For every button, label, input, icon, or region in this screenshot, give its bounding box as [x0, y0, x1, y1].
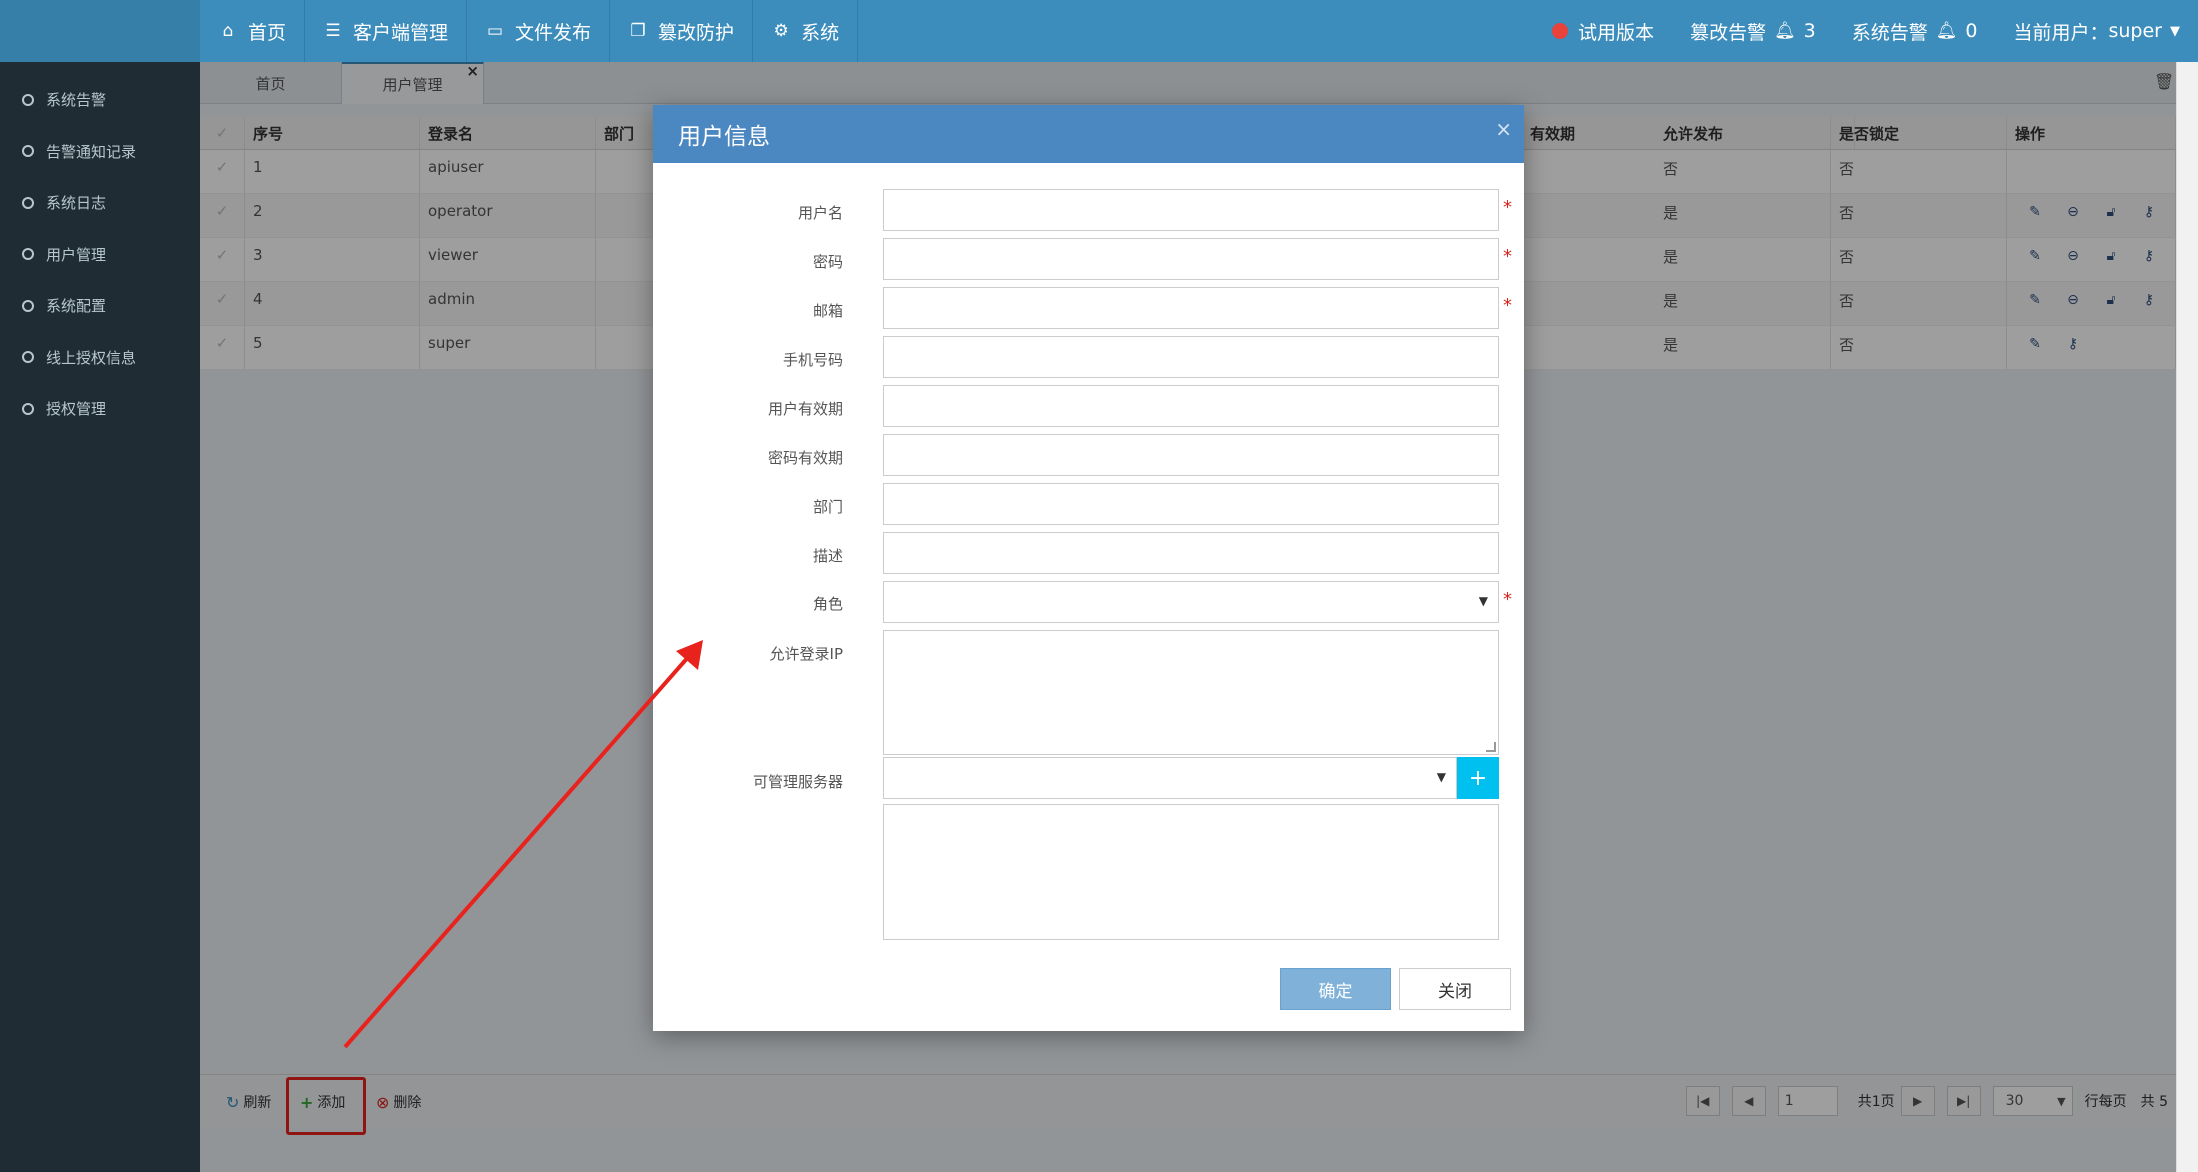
top-navbar: ⌂ 首页 ☰ 客户端管理 ▭ 文件发布 ❐ 篡改防护 ⚙ 系统 试用版本 篡改告…: [0, 0, 2198, 62]
nav-right: 试用版本 篡改告警 🔔︎ 3 系统告警 🔔︎ 0 当前用户： super ▼: [1534, 0, 2198, 62]
nav-tamper-protection[interactable]: ❐ 篡改防护: [610, 0, 754, 62]
username-label: 用户名: [797, 204, 843, 222]
password-field[interactable]: [883, 238, 1499, 280]
modal-title: 用户信息: [678, 124, 770, 150]
bell-icon: 🔔︎: [1935, 21, 1958, 41]
caret-down-icon: ▼: [2170, 23, 2180, 39]
resize-handle[interactable]: [1486, 742, 1496, 752]
required-mark: *: [1503, 589, 1512, 610]
sidebar-item-system-log[interactable]: 系统日志: [0, 177, 200, 229]
trial-status-dot: [1552, 23, 1569, 39]
nav-home[interactable]: ⌂ 首页: [200, 0, 306, 62]
nav-home-label: 首页: [248, 21, 287, 44]
circle-icon: [22, 299, 34, 312]
allowed-ip-textarea[interactable]: [883, 630, 1499, 755]
close-button[interactable]: 关闭: [1399, 968, 1511, 1010]
trial-version[interactable]: 试用版本: [1534, 0, 1672, 62]
nav-system[interactable]: ⚙ 系统: [753, 0, 859, 62]
system-alert-label: 系统告警: [1851, 21, 1928, 44]
pwd-expire-field[interactable]: [883, 434, 1499, 476]
chevron-down-icon: ▼: [1478, 594, 1488, 608]
nav-file-publish[interactable]: ▭ 文件发布: [467, 0, 611, 62]
bell-icon: 🔔︎: [1774, 21, 1796, 41]
trial-label: 试用版本: [1578, 21, 1655, 44]
allowed-ip-label: 允许登录IP: [769, 645, 843, 663]
nav-system-label: 系统: [801, 21, 840, 44]
user-info-modal: 用户信息 × 用户名 * 密码 * 邮箱 * 手机号码 用户有效期 密码有效期 …: [653, 105, 1524, 1031]
close-icon[interactable]: ×: [1495, 117, 1512, 141]
dept-label: 部门: [812, 498, 843, 516]
role-label: 角色: [812, 595, 843, 613]
circle-icon: [22, 351, 34, 364]
sidebar-item-label: 授权管理: [46, 400, 107, 419]
gears-icon: ⚙: [773, 21, 789, 41]
home-icon: ⌂: [222, 21, 234, 41]
circle-icon: [22, 93, 34, 106]
password-label: 密码: [812, 253, 843, 271]
sidebar-item-label: 系统配置: [46, 297, 107, 316]
tamper-alert-label: 篡改告警: [1690, 21, 1767, 44]
laptop-icon: ▭: [487, 21, 504, 41]
chevron-down-icon: ▼: [1436, 770, 1446, 784]
sidebar-item-label: 用户管理: [46, 245, 107, 264]
servers-select[interactable]: ▼: [883, 757, 1457, 799]
scrollbar[interactable]: [2176, 62, 2198, 1172]
user-expire-field[interactable]: [883, 385, 1499, 427]
email-field[interactable]: [883, 287, 1499, 329]
desc-label: 描述: [812, 547, 843, 565]
nav-file-label: 文件发布: [515, 21, 592, 44]
email-label: 邮箱: [812, 302, 843, 320]
circle-icon: [22, 402, 34, 415]
dept-field[interactable]: [883, 483, 1499, 525]
sidebar-item-label: 系统告警: [46, 91, 107, 110]
sidebar-item-label: 告警通知记录: [46, 142, 137, 161]
username-field[interactable]: [883, 189, 1499, 231]
user-expire-label: 用户有效期: [767, 400, 843, 418]
phone-label: 手机号码: [782, 351, 843, 369]
servers-list[interactable]: [883, 804, 1499, 940]
nav-client-management[interactable]: ☰ 客户端管理: [305, 0, 468, 62]
circle-icon: [22, 248, 34, 261]
sidebar-item-label: 系统日志: [46, 194, 107, 213]
phone-field[interactable]: [883, 336, 1499, 378]
confirm-button[interactable]: 确定: [1280, 968, 1391, 1010]
nav-client-label: 客户端管理: [353, 21, 449, 44]
sidebar-item-online-license[interactable]: 线上授权信息: [0, 332, 200, 384]
modal-header: 用户信息 ×: [653, 105, 1524, 163]
required-mark: *: [1503, 246, 1512, 267]
sidebar-item-user-management[interactable]: 用户管理: [0, 229, 200, 281]
sidebar: 系统告警 告警通知记录 系统日志 用户管理 系统配置 线上授权信息 授权管理: [0, 62, 200, 1172]
sidebar-item-license-management[interactable]: 授权管理: [0, 383, 200, 435]
brand-area: [0, 0, 200, 62]
servers-label: 可管理服务器: [752, 773, 843, 791]
desc-field[interactable]: [883, 532, 1499, 574]
system-alert[interactable]: 系统告警 🔔︎ 0: [1834, 0, 1996, 62]
sidebar-item-alert-records[interactable]: 告警通知记录: [0, 126, 200, 178]
pwd-expire-label: 密码有效期: [767, 449, 843, 467]
server-icon: ☰: [325, 21, 341, 41]
user-menu[interactable]: 当前用户： super ▼: [1995, 0, 2198, 62]
tamper-alert[interactable]: 篡改告警 🔔︎ 3: [1672, 0, 1834, 62]
main-nav: ⌂ 首页 ☰ 客户端管理 ▭ 文件发布 ❐ 篡改防护 ⚙ 系统: [200, 0, 859, 62]
sidebar-item-system-config[interactable]: 系统配置: [0, 280, 200, 332]
circle-icon: [22, 196, 34, 209]
copy-icon: ❐: [630, 21, 646, 41]
system-alert-count: 0: [1965, 20, 1978, 42]
circle-icon: [22, 145, 34, 158]
required-mark: *: [1503, 197, 1512, 218]
required-mark: *: [1503, 295, 1512, 316]
sidebar-item-system-alert[interactable]: 系统告警: [0, 74, 200, 126]
current-user-label: 当前用户：: [2013, 21, 2109, 44]
add-server-button[interactable]: +: [1457, 757, 1499, 799]
tamper-alert-count: 3: [1803, 20, 1816, 42]
role-select[interactable]: ▼: [883, 581, 1499, 623]
current-user-name: super: [2108, 20, 2162, 42]
nav-tamper-label: 篡改防护: [658, 21, 735, 44]
sidebar-item-label: 线上授权信息: [46, 348, 137, 367]
